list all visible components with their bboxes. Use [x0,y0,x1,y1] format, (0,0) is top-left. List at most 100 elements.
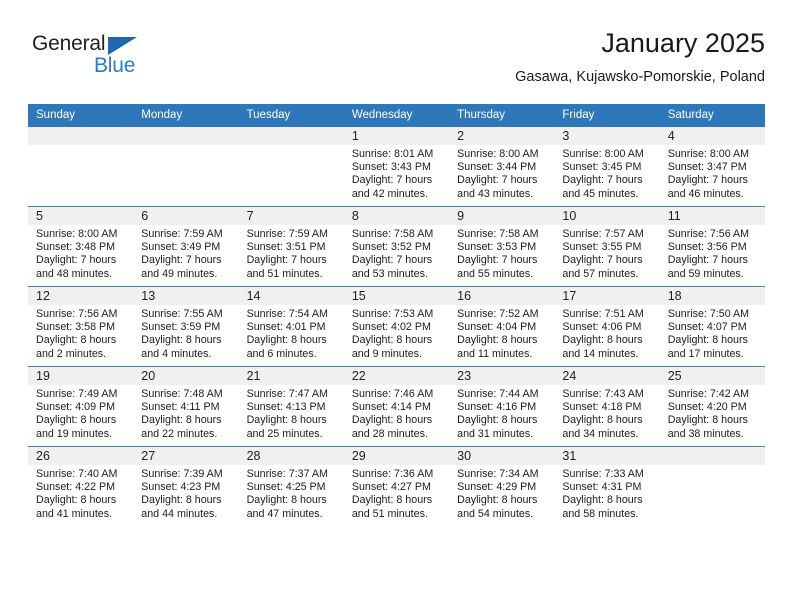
calendar-day-cell[interactable]: 29 Sunrise: 7:36 AM Sunset: 4:27 PM Dayligh… [343,446,450,526]
sunset-time: Sunset: 4:16 PM [457,401,537,414]
calendar-day-cell[interactable]: 1 Sunrise: 8:01 AM Sunset: 3:43 PM Daylight… [343,127,450,207]
daylight-duration-line1: Daylight: 8 hours [562,494,643,507]
day-number: 16 [449,287,555,305]
general-blue-logo[interactable]: General Blue [32,32,172,86]
calendar-day-cell[interactable]: 15 Sunrise: 7:53 AM Sunset: 4:02 PM Dayligh… [343,286,450,367]
daylight-duration-line1: Daylight: 8 hours [667,414,748,427]
sunrise-time: Sunrise: 7:39 AM [141,468,223,480]
calendar-day-cell[interactable]: 28 Sunrise: 7:37 AM Sunset: 4:25 PM Dayligh… [238,446,344,526]
daylight-duration-line1: Daylight: 7 hours [562,254,643,267]
day-number: 12 [28,287,134,305]
calendar-day-cell[interactable]: 21 Sunrise: 7:47 AM Sunset: 4:13 PM Dayligh… [238,366,344,447]
daylight-duration-line2: and 6 minutes. [246,347,317,360]
calendar-day-cell[interactable]: 14 Sunrise: 7:54 AM Sunset: 4:01 PM Dayligh… [238,286,344,367]
day-details: Sunrise: 7:44 AM Sunset: 4:16 PM Daylight:… [449,385,554,441]
day-number: 22 [343,367,450,385]
day-number: 14 [238,287,344,305]
daylight-duration-line2: and 54 minutes. [457,507,534,520]
calendar-day-cell[interactable]: 17 Sunrise: 7:51 AM Sunset: 4:06 PM Dayligh… [554,286,660,367]
day-details: Sunrise: 7:39 AM Sunset: 4:23 PM Daylight:… [133,465,238,521]
sunset-time: Sunset: 3:49 PM [141,241,221,254]
calendar-day-cell[interactable]: 5 Sunrise: 8:00 AM Sunset: 3:48 PM Daylight… [28,206,134,287]
day-details: Sunrise: 7:55 AM Sunset: 3:59 PM Daylight:… [133,305,238,361]
day-number [133,127,239,145]
day-number: 31 [554,447,660,465]
day-number: 11 [659,207,765,225]
sunrise-time: Sunrise: 7:58 AM [351,228,434,240]
daylight-duration-line2: and 47 minutes. [246,507,323,520]
calendar-day-cell[interactable]: 2 Sunrise: 8:00 AM Sunset: 3:44 PM Daylight… [449,127,555,207]
daylight-duration-line2: and 45 minutes. [562,187,639,200]
logo-text-general: General [32,32,106,55]
daylight-duration-line2: and 57 minutes. [562,267,639,280]
calendar-day-cell[interactable]: 23 Sunrise: 7:44 AM Sunset: 4:16 PM Dayligh… [449,366,555,447]
calendar-day-cell[interactable]: 9 Sunrise: 7:58 AM Sunset: 3:53 PM Daylight… [449,206,555,287]
sunrise-time: Sunrise: 7:44 AM [457,388,539,400]
calendar-day-cell[interactable]: 16 Sunrise: 7:52 AM Sunset: 4:04 PM Dayligh… [449,286,555,367]
calendar-day-cell[interactable]: 4 Sunrise: 8:00 AM Sunset: 3:47 PM Daylight… [659,127,765,207]
daylight-duration-line1: Daylight: 8 hours [457,494,538,507]
calendar-day-cell[interactable]: 8 Sunrise: 7:58 AM Sunset: 3:52 PM Daylight… [343,206,450,287]
day-details: Sunrise: 7:58 AM Sunset: 3:52 PM Daylight:… [344,225,449,281]
sunset-time: Sunset: 4:06 PM [562,321,642,334]
day-number: 3 [554,127,660,145]
sunrise-time: Sunrise: 7:33 AM [562,468,644,480]
day-number: 9 [449,207,555,225]
calendar-week-row: 19 Sunrise: 7:49 AM Sunset: 4:09 PM Dayligh… [28,366,765,447]
calendar-day-cell[interactable]: 6 Sunrise: 7:59 AM Sunset: 3:49 PM Daylight… [133,206,239,287]
sunrise-time: Sunrise: 7:56 AM [667,228,750,240]
sunrise-time: Sunrise: 7:34 AM [457,468,539,480]
calendar-day-cell[interactable]: 7 Sunrise: 7:59 AM Sunset: 3:51 PM Daylight… [238,206,344,287]
sunrise-time: Sunrise: 7:55 AM [141,308,223,320]
sunrise-time: Sunrise: 7:53 AM [351,308,434,320]
sunset-time: Sunset: 4:27 PM [351,481,431,494]
logo-triangle-icon [108,37,137,55]
daylight-duration-line1: Daylight: 8 hours [562,334,643,347]
sunset-time: Sunset: 4:31 PM [562,481,642,494]
sunrise-time: Sunrise: 7:52 AM [457,308,539,320]
daylight-duration-line1: Daylight: 8 hours [351,414,433,427]
calendar-day-cell[interactable]: 10 Sunrise: 7:57 AM Sunset: 3:55 PM Dayligh… [554,206,660,287]
day-details: Sunrise: 7:56 AM Sunset: 3:56 PM Daylight:… [660,225,765,281]
day-details: Sunrise: 7:53 AM Sunset: 4:02 PM Daylight:… [344,305,449,361]
weekday-header-tuesday: Tuesday [238,104,344,127]
calendar-day-cell[interactable]: 26 Sunrise: 7:40 AM Sunset: 4:22 PM Dayligh… [28,446,134,526]
calendar-day-cell[interactable]: 27 Sunrise: 7:39 AM Sunset: 4:23 PM Dayligh… [133,446,239,526]
daylight-duration-line1: Daylight: 8 hours [246,494,327,507]
day-details: Sunrise: 7:58 AM Sunset: 3:53 PM Daylight:… [449,225,554,281]
day-details: Sunrise: 7:50 AM Sunset: 4:07 PM Daylight:… [660,305,765,361]
sunrise-time: Sunrise: 8:01 AM [351,148,434,160]
calendar-day-cell[interactable]: 30 Sunrise: 7:34 AM Sunset: 4:29 PM Dayligh… [449,446,555,526]
calendar-day-cell[interactable]: 19 Sunrise: 7:49 AM Sunset: 4:09 PM Dayligh… [28,366,134,447]
calendar-week-row: 26 Sunrise: 7:40 AM Sunset: 4:22 PM Dayligh… [28,446,765,526]
calendar-day-cell[interactable]: 31 Sunrise: 7:33 AM Sunset: 4:31 PM Dayligh… [554,446,660,526]
calendar-day-cell[interactable]: 3 Sunrise: 8:00 AM Sunset: 3:45 PM Daylight… [554,127,660,207]
day-number: 7 [238,207,344,225]
calendar-day-cell[interactable]: 20 Sunrise: 7:48 AM Sunset: 4:11 PM Dayligh… [133,366,239,447]
sunrise-time: Sunrise: 8:00 AM [36,228,118,240]
day-number: 27 [133,447,239,465]
calendar-day-cell[interactable]: 11 Sunrise: 7:56 AM Sunset: 3:56 PM Dayligh… [659,206,765,287]
day-details: Sunrise: 8:01 AM Sunset: 3:43 PM Daylight:… [344,145,449,201]
calendar-body: 1 Sunrise: 8:01 AM Sunset: 3:43 PM Daylight… [28,127,765,526]
sunset-time: Sunset: 3:44 PM [457,161,537,174]
calendar-day-cell[interactable]: 24 Sunrise: 7:43 AM Sunset: 4:18 PM Dayligh… [554,366,660,447]
sunrise-time: Sunrise: 8:00 AM [667,148,750,160]
calendar-day-cell[interactable]: 18 Sunrise: 7:50 AM Sunset: 4:07 PM Dayligh… [659,286,765,367]
calendar-day-cell[interactable]: 25 Sunrise: 7:42 AM Sunset: 4:20 PM Dayligh… [659,366,765,447]
sunset-time: Sunset: 3:59 PM [141,321,221,334]
calendar-day-cell[interactable]: 12 Sunrise: 7:56 AM Sunset: 3:58 PM Dayligh… [28,286,134,367]
sunrise-time: Sunrise: 7:54 AM [246,308,328,320]
daylight-duration-line2: and 9 minutes. [351,347,422,360]
sunrise-time: Sunrise: 7:58 AM [457,228,539,240]
logo-text-blue: Blue [94,54,136,77]
calendar-day-cell[interactable]: 13 Sunrise: 7:55 AM Sunset: 3:59 PM Dayligh… [133,286,239,367]
day-number: 6 [133,207,239,225]
sunrise-time: Sunrise: 8:00 AM [562,148,644,160]
calendar-day-cell[interactable]: 22 Sunrise: 7:46 AM Sunset: 4:14 PM Dayligh… [343,366,450,447]
daylight-duration-line2: and 42 minutes. [351,187,428,200]
daylight-duration-line2: and 25 minutes. [246,427,323,440]
sunrise-time: Sunrise: 7:36 AM [351,468,434,480]
day-details: Sunrise: 8:00 AM Sunset: 3:47 PM Daylight:… [660,145,765,201]
sunset-time: Sunset: 4:07 PM [667,321,747,334]
